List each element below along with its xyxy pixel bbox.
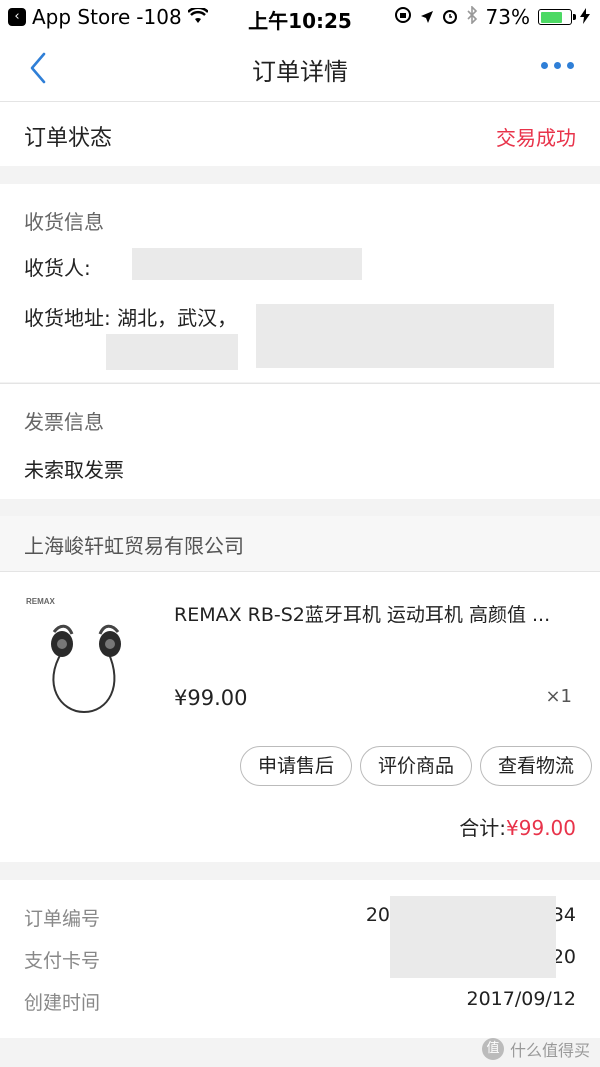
address-redacted [256, 304, 554, 368]
product-price: ¥99.00 [174, 686, 248, 710]
shop-header[interactable]: 上海峻轩虹贸易有限公司 [0, 516, 600, 572]
product-image[interactable]: REMAX [24, 594, 134, 714]
order-number-redacted [390, 896, 556, 978]
recipient-redacted [132, 248, 362, 280]
product-title[interactable]: REMAX RB-S2蓝牙耳机 运动耳机 高颜值 ... [174, 600, 584, 627]
recipient-label: 收货人: [24, 256, 91, 280]
rotation-lock-icon [394, 5, 412, 29]
more-dots-icon[interactable] [541, 62, 574, 69]
order-info: 订单编号 20 34 支付卡号 20 创建时间 2017/09/12 [0, 880, 600, 1038]
order-status-row: 订单状态 交易成功 [0, 102, 600, 166]
order-total: 合计:¥99.00 [459, 812, 576, 841]
page-title: 订单详情 [252, 58, 348, 86]
order-number-prefix: 20 [365, 904, 390, 926]
shop-name[interactable]: 上海峻轩虹贸易有限公司 [24, 530, 244, 559]
total-amount: ¥99.00 [506, 816, 576, 840]
card-number-label: 支付卡号 [24, 950, 101, 972]
review-product-button[interactable]: 评价商品 [360, 746, 472, 786]
created-time-label: 创建时间 [24, 992, 101, 1014]
created-time-value: 2017/09/12 [466, 988, 576, 1010]
shipping-info: 收货信息 收货人: 收货地址: 湖北，武汉， [0, 184, 600, 382]
status-bar: ‹ App Store -108 上午10:25 73% [0, 0, 600, 34]
shipping-title: 收货信息 [24, 210, 104, 234]
status-right: 73% [394, 5, 590, 29]
order-number-label: 订单编号 [24, 908, 101, 930]
svg-text:REMAX: REMAX [26, 597, 56, 606]
watermark-text: 什么值得买 [509, 1041, 590, 1060]
charging-icon [580, 5, 590, 29]
address-line: 收货地址: 湖北，武汉， [24, 302, 237, 331]
total-label: 合计: [459, 816, 507, 840]
order-status-value: 交易成功 [496, 126, 576, 150]
invoice-info: 发票信息 未索取发票 [0, 383, 600, 499]
alarm-icon [442, 5, 458, 29]
address-value: 湖北，武汉， [117, 306, 238, 330]
invoice-value: 未索取发票 [24, 458, 124, 482]
view-logistics-button[interactable]: 查看物流 [480, 746, 592, 786]
watermark: 值 什么值得买 [481, 1037, 590, 1061]
invoice-title: 发票信息 [24, 410, 104, 434]
address-redacted-2 [106, 334, 238, 370]
bluetooth-icon [466, 5, 478, 29]
battery-icon [538, 9, 576, 25]
address-label: 收货地址: [24, 306, 111, 330]
nav-bar: 订单详情 [0, 34, 600, 102]
product-card: REMAX REMAX RB-S2蓝牙耳机 运动耳机 高颜值 ... ¥99.0… [0, 572, 600, 862]
product-quantity: ×1 [545, 686, 572, 707]
watermark-badge: 值 [481, 1038, 504, 1060]
battery-percent: 73% [485, 5, 530, 29]
after-sales-button[interactable]: 申请售后 [240, 746, 352, 786]
location-arrow-icon [420, 5, 434, 29]
order-status-label: 订单状态 [24, 126, 113, 151]
